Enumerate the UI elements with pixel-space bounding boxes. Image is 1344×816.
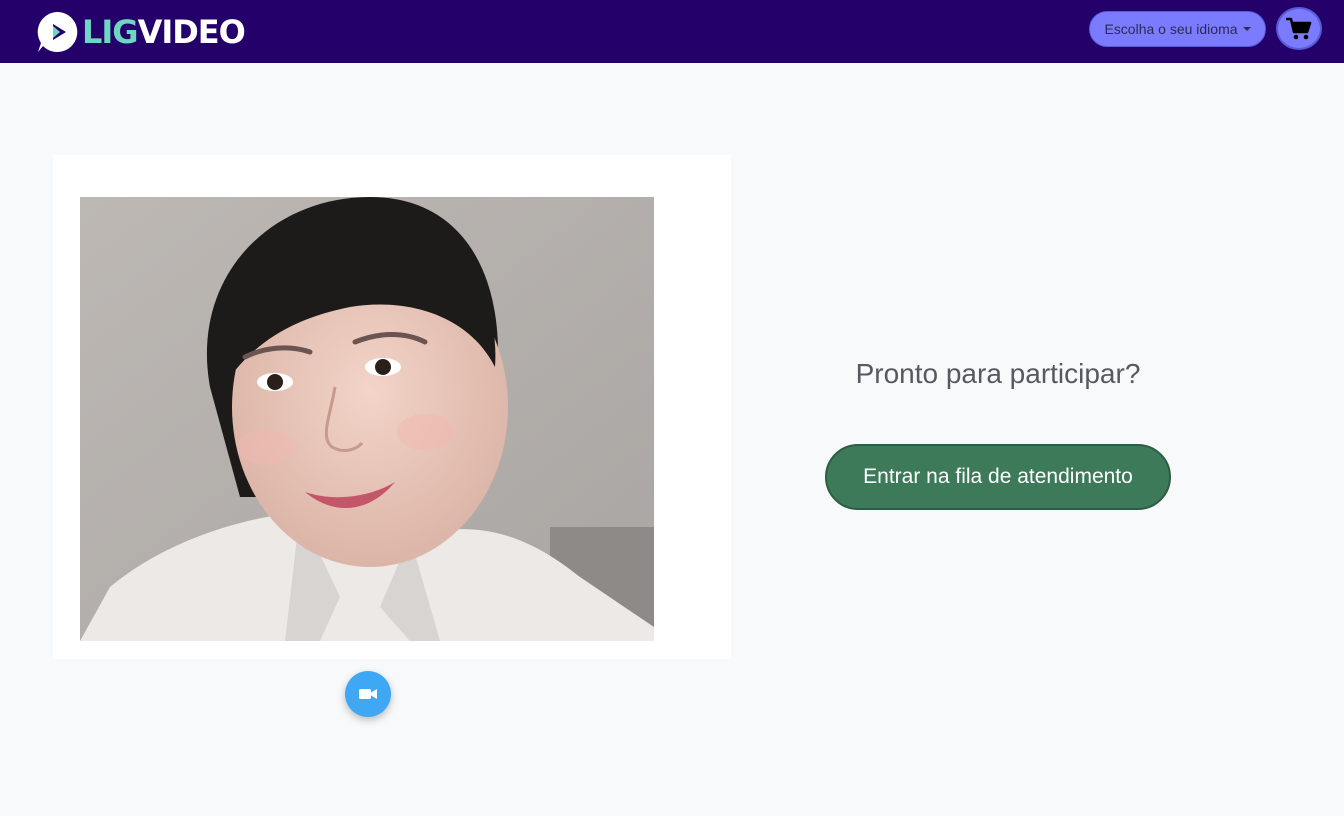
top-navbar: LIGVIDEO Escolha o seu idioma bbox=[0, 0, 1344, 63]
video-camera-icon bbox=[359, 689, 377, 699]
cart-button[interactable] bbox=[1276, 7, 1322, 50]
ready-title: Pronto para participar? bbox=[855, 358, 1141, 389]
logo-text-lig: LIG bbox=[82, 13, 139, 51]
cart-icon bbox=[1286, 17, 1312, 39]
caret-down-icon bbox=[1242, 27, 1251, 31]
language-select-label: Escolha o seu idioma bbox=[1104, 21, 1238, 37]
camera-preview-card bbox=[53, 155, 731, 659]
logo-play-bubble-icon bbox=[35, 10, 79, 54]
camera-preview-video bbox=[80, 197, 654, 641]
language-select[interactable]: Escolha o seu idioma bbox=[1089, 11, 1266, 47]
camera-toggle-button[interactable] bbox=[345, 671, 391, 717]
logo-text-video: VIDEO bbox=[137, 13, 246, 51]
ligvideo-logo[interactable]: LIGVIDEO bbox=[35, 10, 246, 54]
join-queue-button[interactable]: Entrar na fila de atendimento bbox=[825, 444, 1171, 510]
logo-text: LIGVIDEO bbox=[82, 10, 246, 54]
